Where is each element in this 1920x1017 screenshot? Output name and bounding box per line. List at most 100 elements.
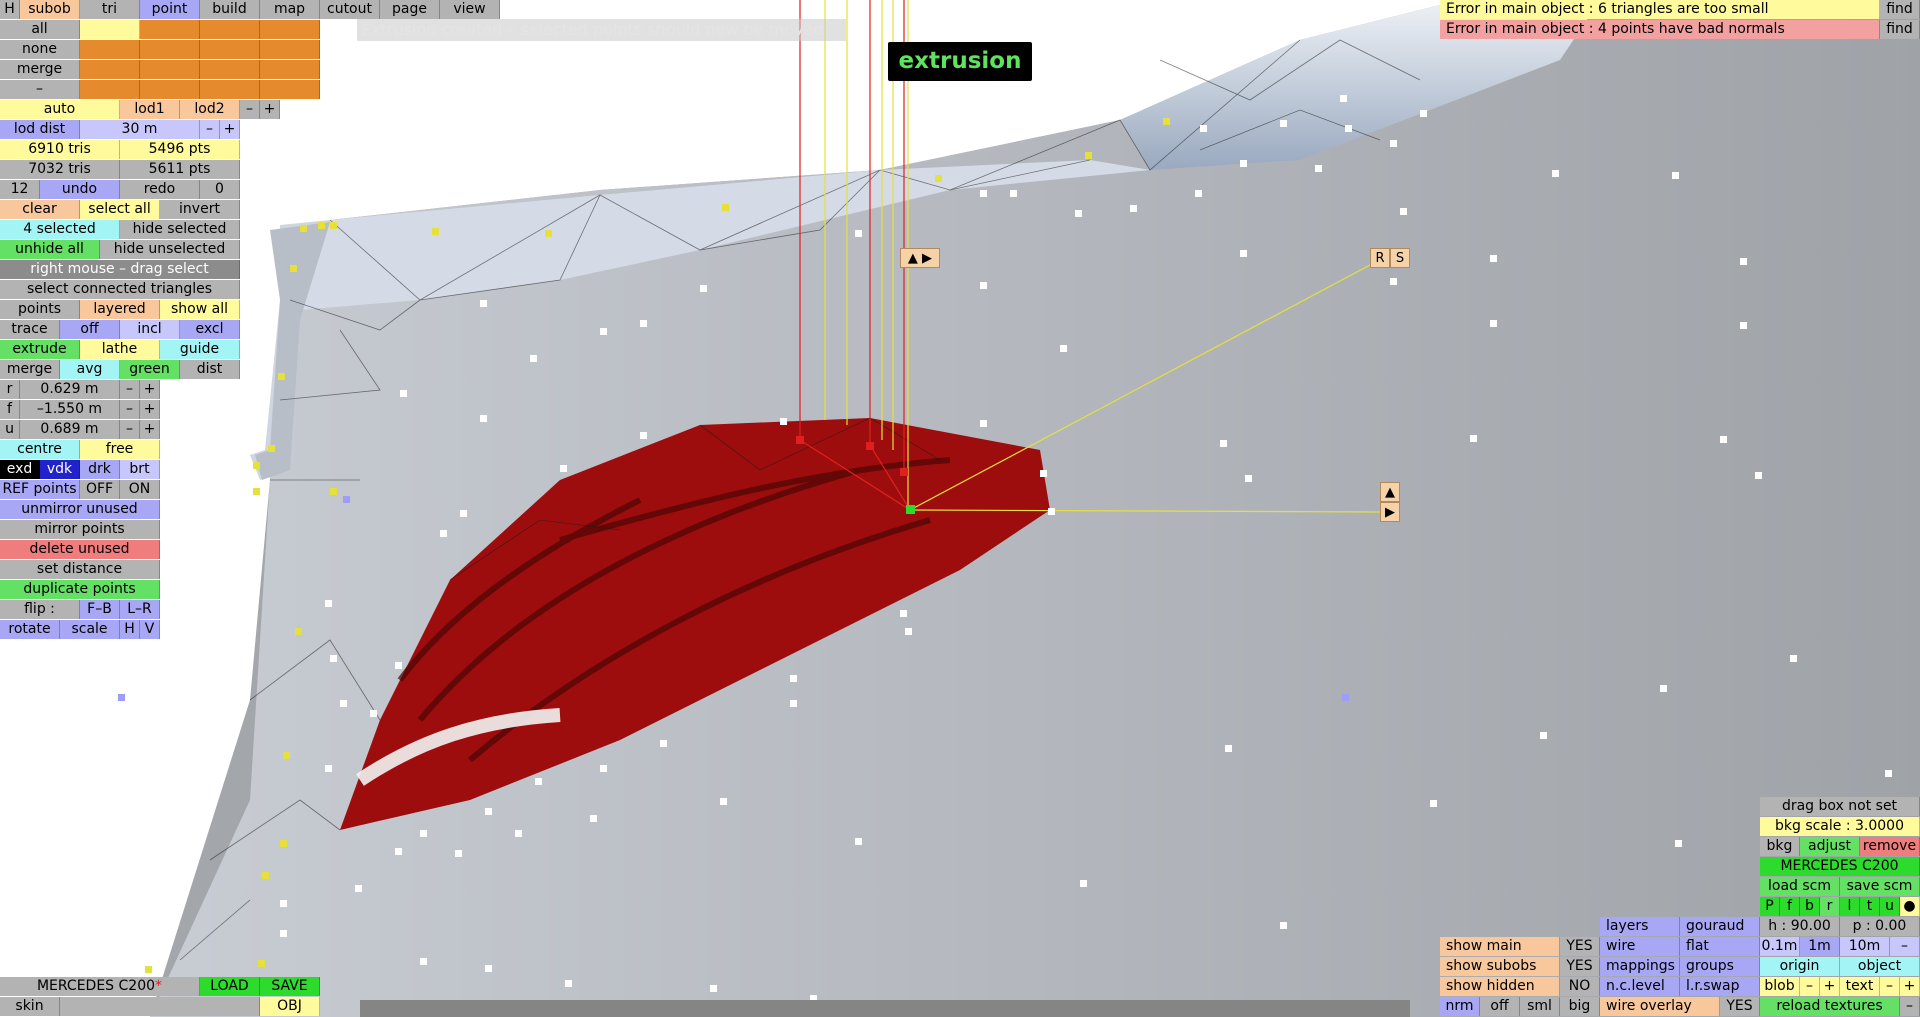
nc-level-button[interactable]: n.c.level <box>1600 977 1680 996</box>
mirror-points-button[interactable]: mirror points <box>0 520 160 539</box>
obj-button[interactable]: OBJ <box>260 997 320 1016</box>
duplicate-points-button[interactable]: duplicate points <box>0 580 160 599</box>
lod2-button[interactable]: lod2 <box>180 100 240 119</box>
set-distance-button[interactable]: set distance <box>0 560 160 579</box>
remove-button[interactable]: remove <box>1860 837 1920 856</box>
move-handle-right[interactable]: ▶ <box>1380 502 1400 522</box>
menu-subob-tab[interactable]: subob <box>20 0 80 19</box>
view-right-button[interactable]: r <box>1820 897 1840 916</box>
clear-button[interactable]: clear <box>0 200 80 219</box>
lr-swap-button[interactable]: l.r.swap <box>1680 977 1760 996</box>
grid-01m-button[interactable]: 0.1m <box>1760 937 1800 956</box>
menu-tri-tab[interactable]: tri <box>80 0 140 19</box>
merge-button[interactable]: merge <box>0 360 60 379</box>
normals-sml-button[interactable]: sml <box>1520 997 1560 1016</box>
view-dot-button[interactable]: ● <box>1900 897 1920 916</box>
flip-fb-button[interactable]: F–B <box>80 600 120 619</box>
scale-button[interactable]: scale <box>60 620 120 639</box>
group-swatch-9[interactable] <box>80 60 140 79</box>
grid-10m-button[interactable]: 10m <box>1840 937 1890 956</box>
menu-page-tab[interactable]: page <box>380 0 440 19</box>
menu-build-tab[interactable]: build <box>200 0 260 19</box>
group-swatch-14[interactable] <box>140 80 200 99</box>
lod-plus-button[interactable]: + <box>260 100 280 119</box>
group-swatch-2[interactable] <box>140 20 200 39</box>
menu-h-button[interactable]: H <box>0 0 20 19</box>
hide-selected-button[interactable]: hide selected <box>120 220 240 239</box>
redo-button[interactable]: redo <box>120 180 200 199</box>
lod-minus-button[interactable]: – <box>240 100 260 119</box>
delete-unused-button[interactable]: delete unused <box>0 540 160 559</box>
layered-mode-button[interactable]: layered <box>80 300 160 319</box>
menu-point-tab[interactable]: point <box>140 0 200 19</box>
shade-vdk-button[interactable]: vdk <box>40 460 80 479</box>
select-none-group-button[interactable]: none <box>0 40 80 59</box>
shade-drk-button[interactable]: drk <box>80 460 120 479</box>
dist-button[interactable]: dist <box>180 360 240 379</box>
lod-dist-minus-button[interactable]: – <box>200 120 220 139</box>
select-connected-triangles-button[interactable]: select connected triangles <box>0 280 240 299</box>
merge-group-button[interactable]: merge <box>0 60 80 79</box>
coord-u-plus-button[interactable]: + <box>140 420 160 439</box>
scale-h-button[interactable]: H <box>120 620 140 639</box>
find-error-2-button[interactable]: find <box>1880 20 1920 39</box>
save-scm-button[interactable]: save scm <box>1840 877 1920 896</box>
group-swatch-16[interactable] <box>260 80 320 99</box>
hide-unselected-button[interactable]: hide unselected <box>100 240 240 259</box>
group-swatch-12[interactable] <box>260 60 320 79</box>
trace-off-button[interactable]: off <box>60 320 120 339</box>
shade-exd-button[interactable]: exd <box>0 460 40 479</box>
object-button[interactable]: object <box>1840 957 1920 976</box>
lod1-button[interactable]: lod1 <box>120 100 180 119</box>
gouraud-button[interactable]: gouraud <box>1680 917 1760 936</box>
group-swatch-8[interactable] <box>260 40 320 59</box>
text-minus-button[interactable]: – <box>1880 977 1900 996</box>
trace-incl-button[interactable]: incl <box>120 320 180 339</box>
flip-lr-button[interactable]: L–R <box>120 600 160 619</box>
shade-brt-button[interactable]: brt <box>120 460 160 479</box>
scale-v-button[interactable]: V <box>140 620 160 639</box>
mappings-button[interactable]: mappings <box>1600 957 1680 976</box>
scale-handle[interactable]: S <box>1390 248 1410 268</box>
view-top-button[interactable]: t <box>1860 897 1880 916</box>
group-swatch-13[interactable] <box>80 80 140 99</box>
extrude-button[interactable]: extrude <box>0 340 80 359</box>
show-all-button[interactable]: show all <box>160 300 240 319</box>
right-mouse-drag-select-button[interactable]: right mouse – drag select <box>0 260 240 279</box>
load-button[interactable]: LOAD <box>200 977 260 996</box>
coord-r-minus-button[interactable]: – <box>120 380 140 399</box>
flat-button[interactable]: flat <box>1680 937 1760 956</box>
select-all-group-button[interactable]: all <box>0 20 80 39</box>
groups-button[interactable]: groups <box>1680 957 1760 976</box>
text-plus-button[interactable]: + <box>1900 977 1920 996</box>
skin-field[interactable] <box>60 997 260 1016</box>
unmirror-unused-button[interactable]: unmirror unused <box>0 500 160 519</box>
ref-on-button[interactable]: ON <box>120 480 160 499</box>
group-swatch-6[interactable] <box>140 40 200 59</box>
invert-button[interactable]: invert <box>160 200 240 219</box>
trace-excl-button[interactable]: excl <box>180 320 240 339</box>
move-handle-up-right[interactable]: ▲ ▶ <box>900 248 940 268</box>
find-error-1-button[interactable]: find <box>1880 0 1920 19</box>
rotate-button[interactable]: rotate <box>0 620 60 639</box>
unhide-all-button[interactable]: unhide all <box>0 240 100 259</box>
view-under-button[interactable]: u <box>1880 897 1900 916</box>
menu-view-tab[interactable]: view <box>440 0 500 19</box>
bottom-scrollbar[interactable] <box>360 1000 1410 1017</box>
view-front-button[interactable]: f <box>1780 897 1800 916</box>
origin-button[interactable]: origin <box>1760 957 1840 976</box>
group-swatch-15[interactable] <box>200 80 260 99</box>
layers-button[interactable]: layers <box>1600 917 1680 936</box>
lod-dist-plus-button[interactable]: + <box>220 120 240 139</box>
group-swatch-10[interactable] <box>140 60 200 79</box>
blob-minus-button[interactable]: – <box>1800 977 1820 996</box>
group-swatch-1[interactable] <box>80 20 140 39</box>
coord-r-plus-button[interactable]: + <box>140 380 160 399</box>
points-mode-button[interactable]: points <box>0 300 80 319</box>
normals-nrm-button[interactable]: nrm <box>1440 997 1480 1016</box>
wire-button[interactable]: wire <box>1600 937 1680 956</box>
free-button[interactable]: free <box>80 440 160 459</box>
show-main-toggle[interactable]: YES <box>1560 937 1600 956</box>
centre-button[interactable]: centre <box>0 440 80 459</box>
view-back-button[interactable]: b <box>1800 897 1820 916</box>
